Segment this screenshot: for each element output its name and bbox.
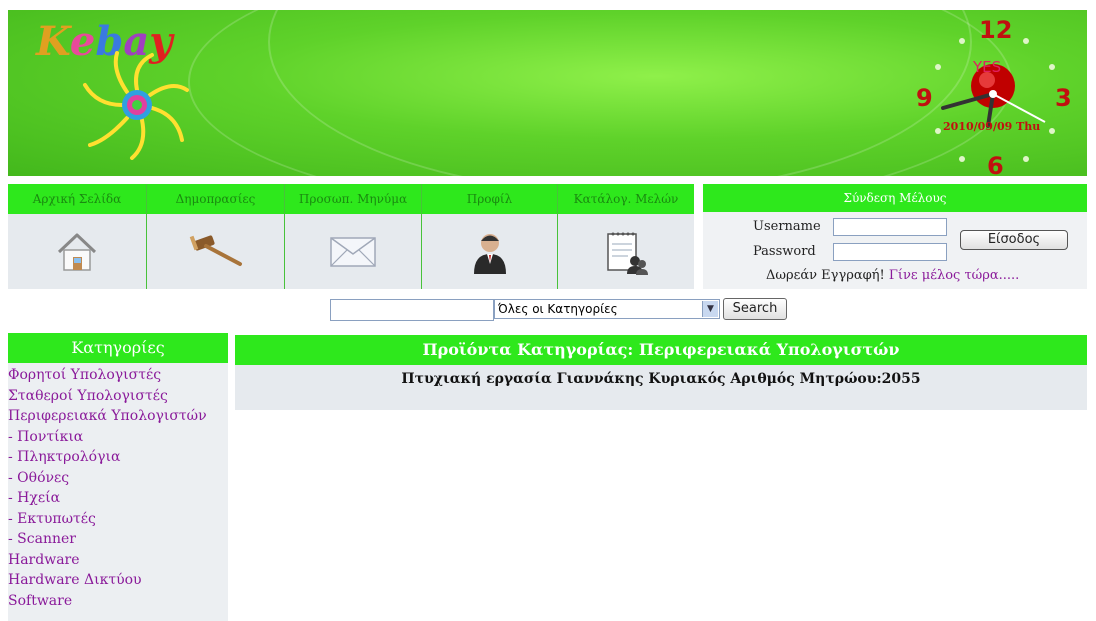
category-select[interactable]: Όλες οι Κατηγορίες ▼: [494, 299, 720, 319]
password-label: Password: [753, 244, 816, 259]
banner-wave-decoration: [188, 10, 1012, 176]
gavel-icon[interactable]: [186, 232, 246, 272]
login-button[interactable]: Είσοδος: [960, 230, 1068, 250]
nav-item-icon-cell[interactable]: [422, 214, 557, 289]
category-link[interactable]: - Ποντίκια: [8, 427, 228, 448]
username-input[interactable]: [833, 218, 947, 236]
logo-letter: K: [36, 18, 70, 65]
search-button[interactable]: Search: [723, 298, 787, 320]
categories-list: Φορητοί Υπολογιστές Σταθεροί Υπολογιστές…: [8, 363, 228, 611]
clock-tick: [959, 38, 965, 44]
analog-clock: 12 3 6 9 YES 2010/09/09 Thu: [913, 16, 1072, 176]
clock-tick: [959, 156, 965, 162]
nav-item-icon-cell[interactable]: [8, 214, 146, 289]
nav-item-members[interactable]: Κατάλογ. Μελών: [558, 184, 694, 289]
register-line: Δωρεάν Εγγραφή! Γίνε μέλος τώρα.....: [766, 268, 1019, 283]
clock-tick: [1049, 64, 1055, 70]
nav-item-icon-cell[interactable]: [285, 214, 421, 289]
register-text: Δωρεάν Εγγραφή!: [766, 268, 885, 283]
clock-number-3: 3: [1055, 84, 1072, 112]
main-content: Προϊόντα Κατηγορίας: Περιφερειακά Υπολογ…: [235, 335, 1087, 410]
username-label: Username: [753, 219, 821, 234]
category-link[interactable]: - Πληκτρολόγια: [8, 447, 228, 468]
nav-item-auctions[interactable]: Δημοπρασίες: [147, 184, 284, 289]
clock-tick: [1023, 156, 1029, 162]
clock-number-9: 9: [916, 84, 933, 112]
password-input[interactable]: [833, 243, 947, 261]
category-link[interactable]: - Εκτυπωτές: [8, 509, 228, 530]
notepad-icon[interactable]: [602, 228, 650, 276]
clock-tick: [1023, 38, 1029, 44]
house-icon[interactable]: [55, 230, 99, 274]
register-link[interactable]: Γίνε μέλος τώρα.....: [889, 268, 1019, 283]
clock-tick: [935, 64, 941, 70]
category-link[interactable]: - Ηχεία: [8, 488, 228, 509]
category-link[interactable]: Hardware Δικτύου: [8, 570, 228, 591]
nav-item-label[interactable]: Αρχική Σελίδα: [8, 184, 146, 214]
categories-title: Κατηγορίες: [8, 333, 228, 363]
nav-item-label[interactable]: Κατάλογ. Μελών: [558, 184, 694, 214]
category-link[interactable]: Software: [8, 591, 228, 612]
clock-number-6: 6: [987, 152, 1004, 176]
categories-sidebar: Κατηγορίες Φορητοί Υπολογιστές Σταθεροί …: [8, 333, 228, 621]
sun-logo-icon: [83, 51, 189, 160]
category-link[interactable]: - Οθόνες: [8, 468, 228, 489]
content-text: Πτυχιακή εργασία Γιαννάκης Κυριακός Αριθ…: [401, 371, 921, 387]
user-icon[interactable]: [470, 230, 510, 274]
category-link[interactable]: Περιφερειακά Υπολογιστών: [8, 406, 228, 427]
nav-item-label[interactable]: Προφίλ: [422, 184, 557, 214]
clock-number-12: 12: [979, 16, 1013, 44]
nav-item-label[interactable]: Δημοπρασίες: [147, 184, 284, 214]
content-title: Προϊόντα Κατηγορίας: Περιφερειακά Υπολογ…: [235, 335, 1087, 365]
nav-item-label[interactable]: Προσωπ. Μηνύμα: [285, 184, 421, 214]
category-link[interactable]: Hardware: [8, 550, 228, 571]
clock-logo-text: YES: [973, 58, 1002, 76]
login-panel: Σύνδεση Μέλους Username Password Είσοδος…: [703, 184, 1087, 289]
envelope-icon[interactable]: [329, 234, 377, 270]
clock-date: 2010/09/09 Thu: [943, 120, 1041, 133]
login-title: Σύνδεση Μέλους: [703, 184, 1087, 212]
main-nav: Αρχική Σελίδα Δημοπρασίες Προσωπ. Μηνύμα: [8, 184, 694, 289]
category-link[interactable]: - Scanner: [8, 529, 228, 550]
clock-tick: [1049, 128, 1055, 134]
nav-item-icon-cell[interactable]: [147, 214, 284, 289]
category-link[interactable]: Φορητοί Υπολογιστές: [8, 365, 228, 386]
nav-item-profile[interactable]: Προφίλ: [422, 184, 557, 289]
clock-tick: [935, 128, 941, 134]
nav-item-messages[interactable]: Προσωπ. Μηνύμα: [285, 184, 421, 289]
nav-item-icon-cell[interactable]: [558, 214, 694, 289]
category-select-value[interactable]: Όλες οι Κατηγορίες: [495, 302, 618, 316]
category-link[interactable]: Σταθεροί Υπολογιστές: [8, 386, 228, 407]
nav-item-home[interactable]: Αρχική Σελίδα: [8, 184, 146, 289]
search-input[interactable]: [330, 299, 494, 321]
chevron-down-icon[interactable]: ▼: [702, 301, 718, 317]
header-banner: Kebay 12 3 6 9 YES 2010/09/09 Thu: [8, 10, 1087, 176]
